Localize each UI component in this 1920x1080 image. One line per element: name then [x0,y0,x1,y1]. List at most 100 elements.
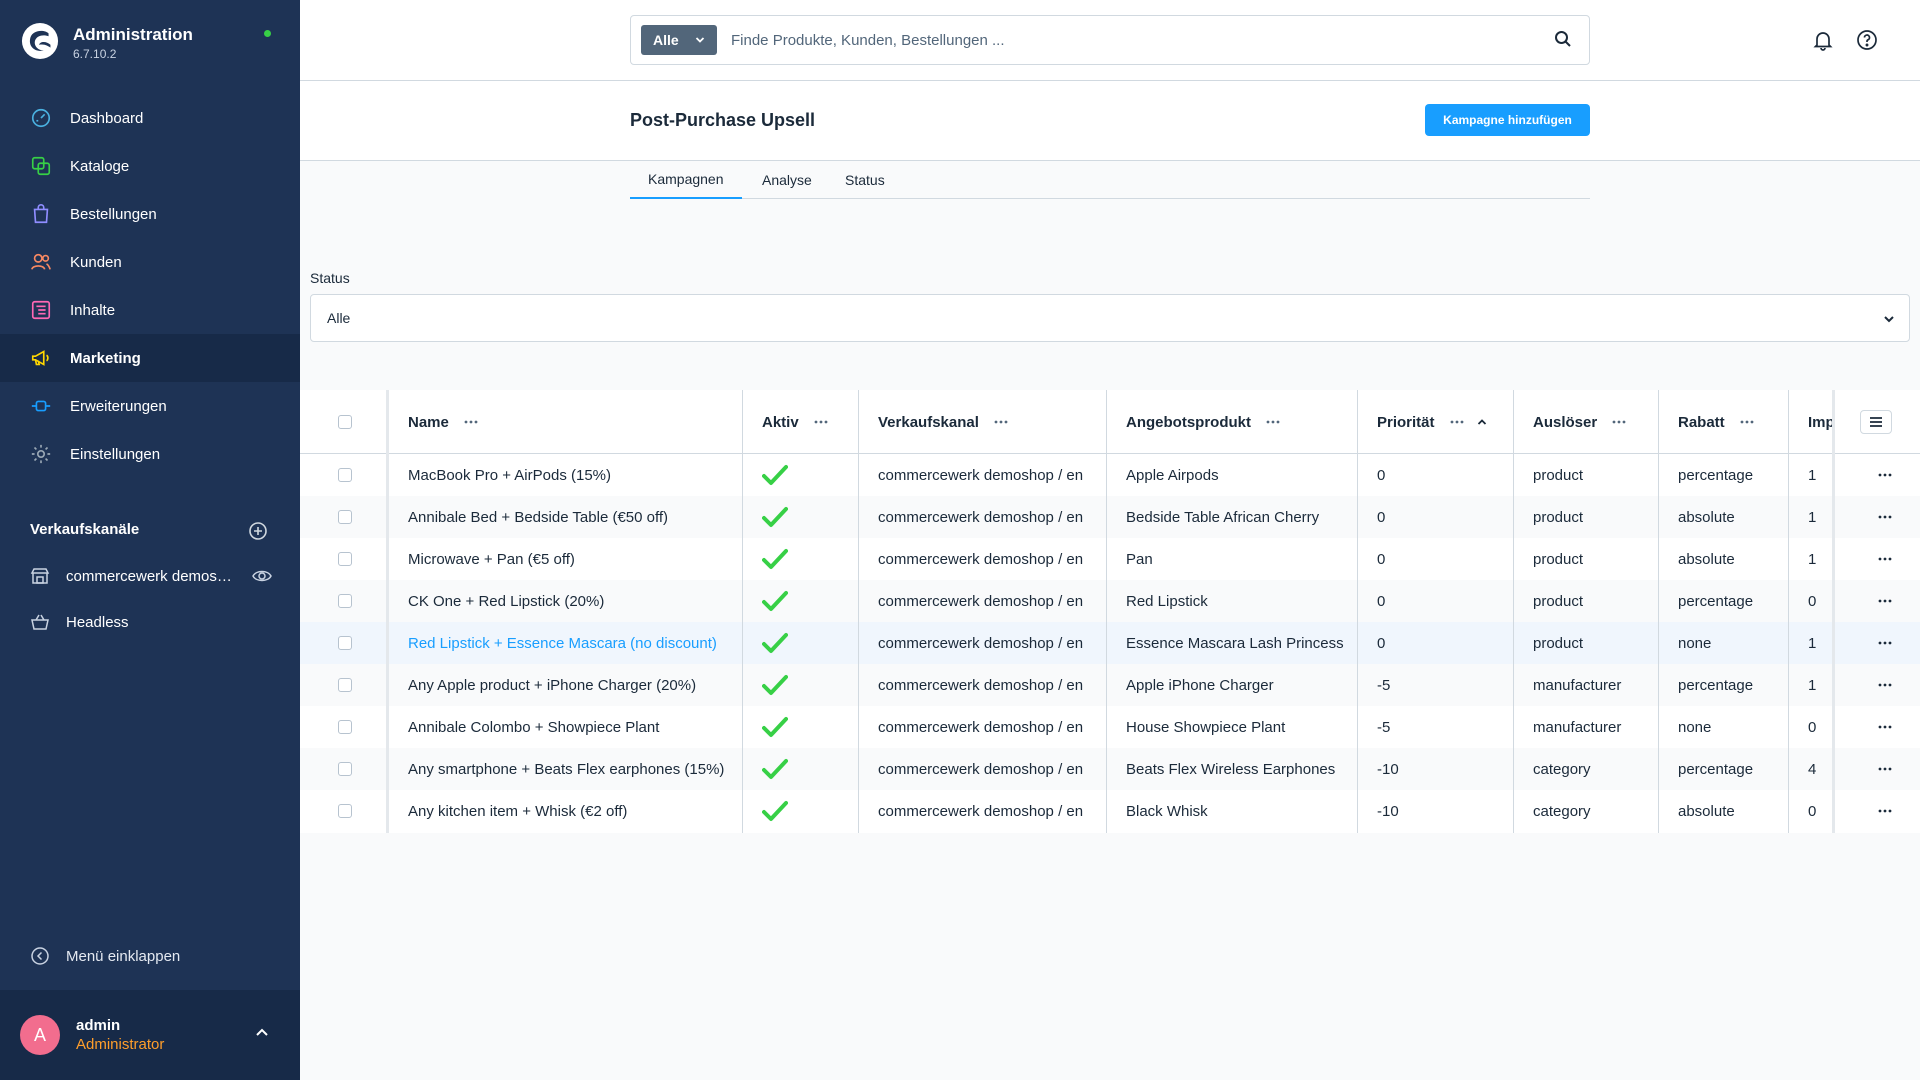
cell-name[interactable]: Red Lipstick + Essence Mascara (no disco… [388,622,742,664]
user-menu[interactable]: A admin Administrator [0,990,300,1080]
more-options-icon[interactable] [1265,414,1281,430]
search-type-dropdown[interactable]: Alle [641,25,717,55]
campaign-name-link[interactable]: MacBook Pro + AirPods (15%) [408,467,611,484]
top-bar: Alle [300,0,1920,81]
search-icon[interactable] [1554,30,1572,48]
eye-icon[interactable] [252,566,272,586]
cell-text: Bedside Table African Cherry [1126,508,1320,526]
row-actions-icon[interactable] [1877,761,1893,777]
table-row[interactable]: Any smartphone + Beats Flex earphones (1… [300,748,1920,790]
table-row[interactable]: Any kitchen item + Whisk (€2 off) commerc… [300,790,1920,832]
more-options-icon[interactable] [993,414,1009,430]
campaign-name-link[interactable]: Any Apple product + iPhone Charger (20%) [408,677,696,694]
column-header-verkaufskanal[interactable]: Verkaufskanal [858,390,1009,454]
table-row[interactable]: Annibale Bed + Bedside Table (€50 off) co… [300,496,1920,538]
campaign-name-link[interactable]: Annibale Colombo + Showpiece Plant [408,719,659,736]
column-divider [1788,390,1789,833]
row-actions-icon[interactable] [1877,509,1893,525]
more-options-icon[interactable] [813,414,829,430]
cell-name[interactable]: MacBook Pro + AirPods (15%) [388,454,742,496]
cell-active [742,790,858,832]
cell-active [742,622,858,664]
cell-text: percentage [1678,676,1754,694]
sales-channel-item-demoshop[interactable]: commercewerk demos… [30,564,232,588]
nav-item-inhalte[interactable]: Inhalte [0,286,300,334]
nav-item-dashboard[interactable]: Dashboard [0,94,300,142]
tab-analyse[interactable]: Analyse [744,161,830,199]
row-checkbox[interactable] [338,552,352,566]
cell-name[interactable]: Annibale Bed + Bedside Table (€50 off) [388,496,742,538]
cell-imp: 1 [1788,622,1832,664]
row-checkbox[interactable] [338,636,352,650]
column-header-ausloeser[interactable]: Auslöser [1513,390,1627,454]
add-campaign-button[interactable]: Kampagne hinzufügen [1425,104,1590,136]
more-options-icon[interactable] [1611,414,1627,430]
cell-name[interactable]: Any Apple product + iPhone Charger (20%) [388,664,742,706]
sort-ascending-icon[interactable] [1477,417,1487,427]
cell-text: House Showpiece Plant [1126,718,1286,736]
column-header-angebotsprodukt[interactable]: Angebotsprodukt [1106,390,1281,454]
table-row[interactable]: MacBook Pro + AirPods (15%) commercewerk … [300,454,1920,496]
row-checkbox[interactable] [338,678,352,692]
row-checkbox[interactable] [338,804,352,818]
campaign-name-link[interactable]: Any smartphone + Beats Flex earphones (1… [408,761,724,778]
column-settings-button[interactable] [1860,410,1892,434]
cell-text: Apple iPhone Charger [1126,676,1274,694]
select-all-checkbox[interactable] [338,415,352,429]
tab-kampagnen[interactable]: Kampagnen [630,161,742,199]
bell-icon[interactable] [1812,29,1834,51]
column-header-name[interactable]: Name [388,390,479,454]
table-row[interactable]: CK One + Red Lipstick (20%) commercewerk … [300,580,1920,622]
add-sales-channel-icon[interactable] [248,521,268,541]
more-options-icon[interactable] [1449,414,1465,430]
table-row[interactable]: Any Apple product + iPhone Charger (20%)… [300,664,1920,706]
column-header-imp[interactable]: Imp [1788,390,1833,454]
row-actions-icon[interactable] [1877,551,1893,567]
row-actions-icon[interactable] [1877,593,1893,609]
cell-text: absolute [1678,508,1735,526]
nav-item-marketing[interactable]: Marketing [0,334,300,382]
cell-name[interactable]: Annibale Colombo + Showpiece Plant [388,706,742,748]
column-header-aktiv[interactable]: Aktiv [742,390,829,454]
campaign-name-link[interactable]: Annibale Bed + Bedside Table (€50 off) [408,509,668,526]
row-checkbox[interactable] [338,468,352,482]
campaign-name-link[interactable]: Any kitchen item + Whisk (€2 off) [408,803,627,820]
help-icon[interactable] [1856,29,1878,51]
row-actions-icon[interactable] [1877,803,1893,819]
row-checkbox[interactable] [338,762,352,776]
row-actions-icon[interactable] [1877,677,1893,693]
more-options-icon[interactable] [1739,414,1755,430]
more-options-icon[interactable] [463,414,479,430]
cell-name[interactable]: CK One + Red Lipstick (20%) [388,580,742,622]
table-row[interactable]: Annibale Colombo + Showpiece Plant commer… [300,706,1920,748]
campaign-name-link[interactable]: CK One + Red Lipstick (20%) [408,593,604,610]
row-checkbox[interactable] [338,720,352,734]
tab-status[interactable]: Status [827,161,903,199]
cell-name[interactable]: Any kitchen item + Whisk (€2 off) [388,790,742,832]
campaign-name-link[interactable]: Red Lipstick + Essence Mascara (no disco… [408,635,717,652]
cell-name[interactable]: Any smartphone + Beats Flex earphones (1… [388,748,742,790]
row-actions-icon[interactable] [1877,719,1893,735]
status-filter-select[interactable]: Alle [310,294,1910,342]
row-actions-icon[interactable] [1877,635,1893,651]
column-header-prioritaet[interactable]: Priorität [1357,390,1487,454]
nav-item-bestellungen[interactable]: Bestellungen [0,190,300,238]
nav-item-kunden[interactable]: Kunden [0,238,300,286]
sales-channel-item-headless[interactable]: Headless [30,610,129,634]
row-checkbox[interactable] [338,510,352,524]
campaign-name-link[interactable]: Microwave + Pan (€5 off) [408,551,575,568]
nav-item-kataloge[interactable]: Kataloge [0,142,300,190]
cell-name[interactable]: Microwave + Pan (€5 off) [388,538,742,580]
nav-item-erweiterungen[interactable]: Erweiterungen [0,382,300,430]
table-row[interactable]: Red Lipstick + Essence Mascara (no disco… [300,622,1920,664]
search-input[interactable] [731,26,1511,54]
row-actions-icon[interactable] [1877,467,1893,483]
status-filter-label: Status [310,270,350,286]
chevron-up-icon[interactable] [254,1025,270,1041]
nav-item-einstellungen[interactable]: Einstellungen [0,430,300,478]
column-header-rabatt[interactable]: Rabatt [1658,390,1755,454]
row-checkbox[interactable] [338,594,352,608]
collapse-menu-button[interactable]: Menü einklappen [30,946,180,966]
cell-priority: -10 [1357,790,1513,832]
table-row[interactable]: Microwave + Pan (€5 off) commercewerk dem… [300,538,1920,580]
